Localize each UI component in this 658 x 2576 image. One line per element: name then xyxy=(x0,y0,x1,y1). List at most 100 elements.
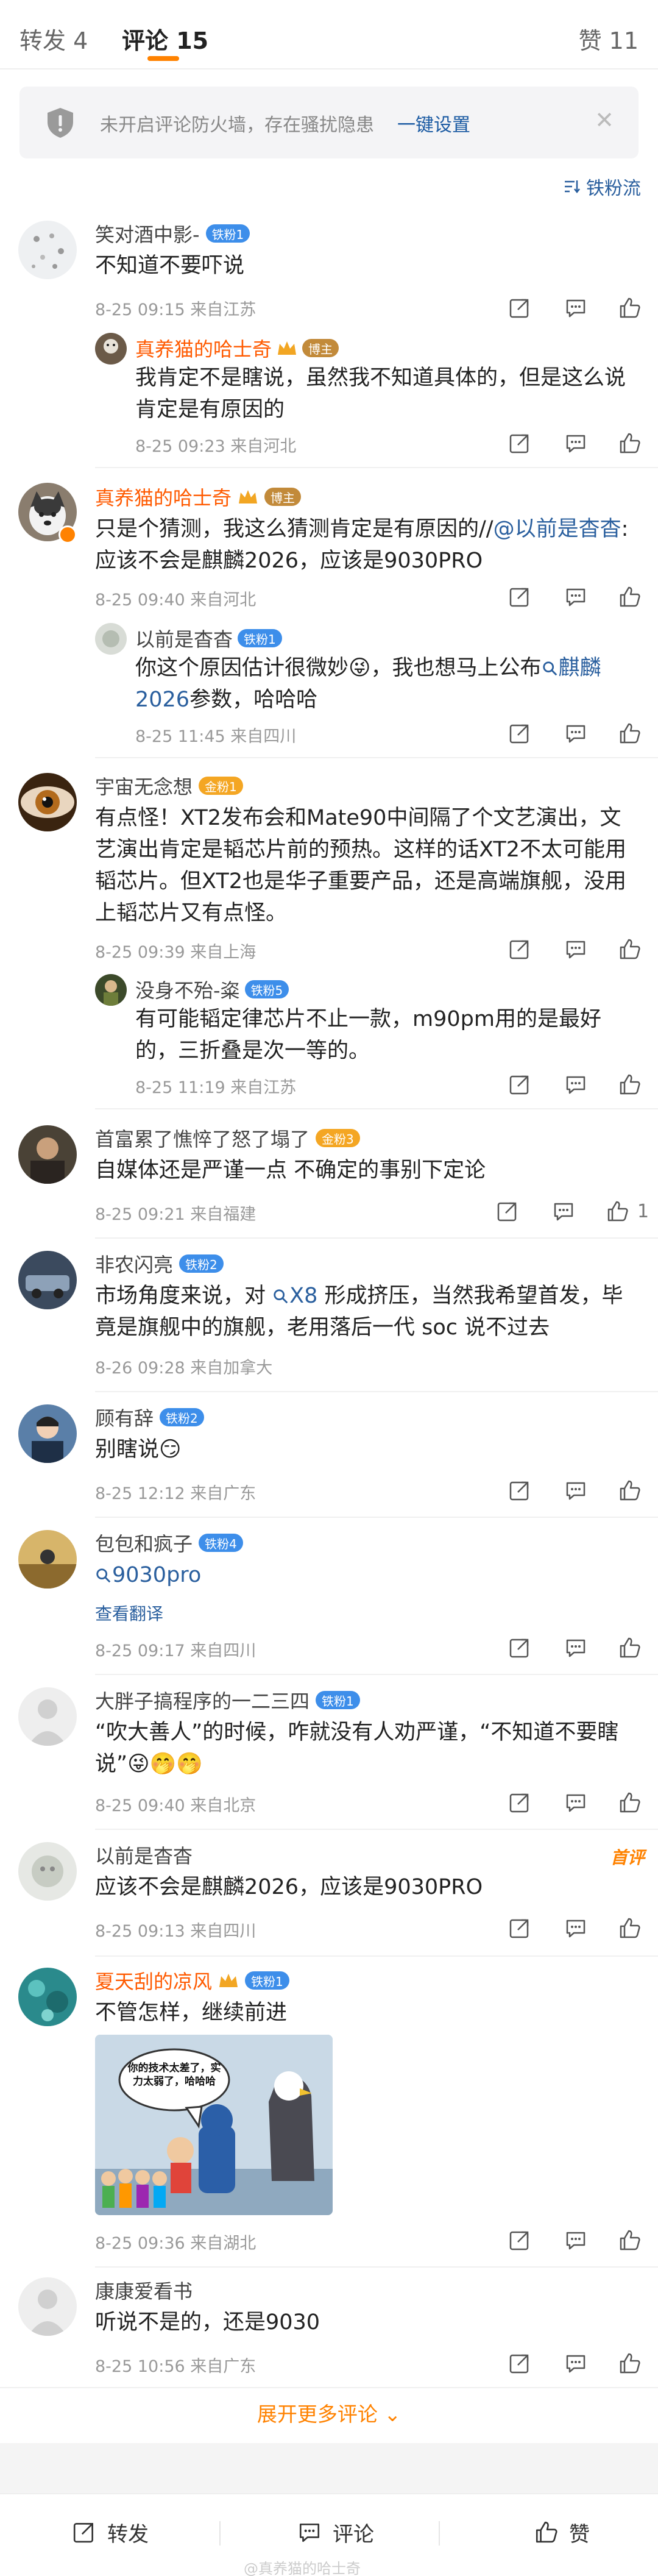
share-icon[interactable] xyxy=(508,2352,531,2375)
comment-icon[interactable] xyxy=(564,938,587,961)
reply-author[interactable]: 以前是杳杳 铁粉1 xyxy=(135,624,282,652)
reply-author[interactable]: 没身不殆-粢 铁粉5 xyxy=(135,975,289,1003)
comment-actions xyxy=(0,1916,658,1941)
commenter-name[interactable]: 真养猫的哈士奇 博主 xyxy=(95,483,302,511)
comment-icon[interactable] xyxy=(564,1073,587,1096)
close-icon[interactable]: ✕ xyxy=(595,109,614,132)
like-icon[interactable] xyxy=(618,2229,641,2252)
like-icon[interactable] xyxy=(618,432,641,455)
comment-icon[interactable] xyxy=(564,2352,587,2375)
commenter-name[interactable]: 首富累了憔悴了怒了塌了 金粉3 xyxy=(95,1124,360,1152)
avatar[interactable] xyxy=(18,221,77,279)
commenter-name[interactable]: 大胖子搞程序的一二三四 铁粉1 xyxy=(95,1686,360,1714)
comment-text: 有点怪！XT2发布会和Mate90中间隔了个文艺演出，文艺演出肯定是韬芯片前的预… xyxy=(95,806,627,925)
avatar[interactable] xyxy=(18,1687,77,1746)
divider xyxy=(0,2387,658,2388)
tab-likes[interactable]: 赞 11 xyxy=(579,22,639,55)
share-icon[interactable] xyxy=(508,938,531,961)
commenter-name[interactable]: 以前是杳杳 xyxy=(95,1841,193,1869)
avatar[interactable] xyxy=(18,1125,77,1184)
expand-more-comments-button[interactable]: 展开更多评论 ⌄ xyxy=(0,2398,658,2427)
fan-badge: 铁粉2 xyxy=(179,1254,224,1273)
translate-link[interactable]: 查看翻译 xyxy=(95,1601,163,1625)
comment-icon[interactable] xyxy=(564,1479,587,1502)
share-icon[interactable] xyxy=(508,296,531,319)
comment-text: 自媒体还是严谨一点 不确定的事别下定论 xyxy=(95,1158,486,1183)
avatar[interactable] xyxy=(18,773,77,831)
like-icon[interactable] xyxy=(618,585,641,608)
notice-text: 未开启评论防火墙，存在骚扰隐患 xyxy=(100,115,374,136)
share-icon[interactable] xyxy=(508,1479,531,1502)
reply-avatar[interactable] xyxy=(95,623,127,655)
comment-icon[interactable] xyxy=(564,2229,587,2252)
comment-button[interactable]: 评论 xyxy=(297,2514,374,2550)
like-button[interactable]: 赞 xyxy=(534,2514,590,2550)
comment-icon[interactable] xyxy=(552,1200,575,1223)
tab-repost[interactable]: 转发 4 xyxy=(19,22,88,55)
share-icon[interactable] xyxy=(508,432,531,455)
avatar[interactable] xyxy=(18,1251,77,1309)
avatar[interactable] xyxy=(18,2277,77,2336)
share-icon[interactable] xyxy=(508,2229,531,2252)
divider xyxy=(95,1108,658,1109)
like-icon[interactable] xyxy=(618,2352,641,2375)
topic-link[interactable]: 9030pro xyxy=(95,1563,201,1587)
share-icon[interactable] xyxy=(508,1791,531,1814)
reply-author[interactable]: 真养猫的哈士奇 博主 xyxy=(135,334,339,362)
reply-avatar[interactable] xyxy=(95,333,127,365)
fan-badge: 铁粉2 xyxy=(160,1408,204,1426)
topic-link[interactable]: X8 xyxy=(272,1284,317,1308)
share-icon[interactable] xyxy=(508,1073,531,1096)
comment-icon[interactable] xyxy=(564,722,587,745)
like-icon[interactable] xyxy=(618,296,641,319)
comment-image[interactable]: 你的技术太差了，实力太弱了，哈哈哈 xyxy=(95,2035,333,2215)
comment-actions xyxy=(0,2352,658,2376)
comment-actions xyxy=(0,1636,658,1660)
commenter-name[interactable]: 包包和疯子 铁粉4 xyxy=(95,1529,243,1557)
share-icon[interactable] xyxy=(508,1916,531,1940)
like-icon[interactable] xyxy=(618,1916,641,1940)
commenter-name[interactable]: 顾有辞 铁粉2 xyxy=(95,1403,204,1431)
avatar[interactable] xyxy=(18,1404,77,1463)
share-icon xyxy=(73,2523,93,2543)
tab-comments[interactable]: 评论 15 xyxy=(122,22,208,55)
avatar[interactable] xyxy=(18,1968,77,2026)
like-icon[interactable] xyxy=(618,1073,641,1096)
like-icon[interactable] xyxy=(618,938,641,961)
avatar[interactable] xyxy=(18,1842,77,1901)
reply-avatar[interactable] xyxy=(95,974,127,1006)
like-icon[interactable] xyxy=(618,1636,641,1659)
reply-actions xyxy=(0,1073,658,1097)
search-icon xyxy=(274,1289,288,1304)
comment-icon[interactable] xyxy=(564,1916,587,1940)
comment-icon[interactable] xyxy=(564,432,587,455)
like-icon[interactable] xyxy=(618,1479,641,1502)
like-icon[interactable] xyxy=(606,1200,629,1223)
repost-button[interactable]: 转发 xyxy=(72,2514,149,2550)
commenter-name[interactable]: 夏天刮的凉风 铁粉1 xyxy=(95,1966,289,1994)
comment-text: 应该不会是麒麟2026，应该是9030PRO xyxy=(95,1875,483,1899)
share-icon[interactable] xyxy=(508,722,531,745)
share-icon[interactable] xyxy=(496,1200,519,1223)
setup-link[interactable]: 一键设置 xyxy=(397,110,470,137)
watermark: @真养猫的哈士奇 xyxy=(244,2560,361,2576)
commenter-name[interactable]: 康康爱看书 xyxy=(95,2276,193,2304)
share-icon[interactable] xyxy=(508,1636,531,1659)
like-icon[interactable] xyxy=(618,1791,641,1814)
commenter-name[interactable]: 笑对酒中影- 铁粉1 xyxy=(95,219,250,247)
like-icon[interactable] xyxy=(618,722,641,745)
comment-icon[interactable] xyxy=(564,296,587,319)
share-icon[interactable] xyxy=(508,585,531,608)
comment-text: “吹大善人”的时候，咋就没有人劝严谨，“不知道不要瞎说”😜🤭🤭 xyxy=(95,1720,619,1776)
comment-icon[interactable] xyxy=(564,585,587,608)
separator xyxy=(219,2521,221,2546)
commenter-name[interactable]: 非农闪亮 铁粉2 xyxy=(95,1250,224,1278)
fan-sort-button[interactable]: 铁粉流 xyxy=(563,173,641,200)
commenter-name[interactable]: 宇宙无念想 金粉1 xyxy=(95,772,243,800)
mention-link[interactable]: @以前是杳杳 xyxy=(494,517,621,541)
comment-icon[interactable] xyxy=(564,1636,587,1659)
section-gap xyxy=(0,2443,658,2493)
reply-text: 我肯定不是瞎说，虽然我不知道具体的，但是这么说肯定是有原因的 xyxy=(135,366,626,422)
avatar[interactable] xyxy=(18,1530,77,1589)
comment-icon[interactable] xyxy=(564,1791,587,1814)
